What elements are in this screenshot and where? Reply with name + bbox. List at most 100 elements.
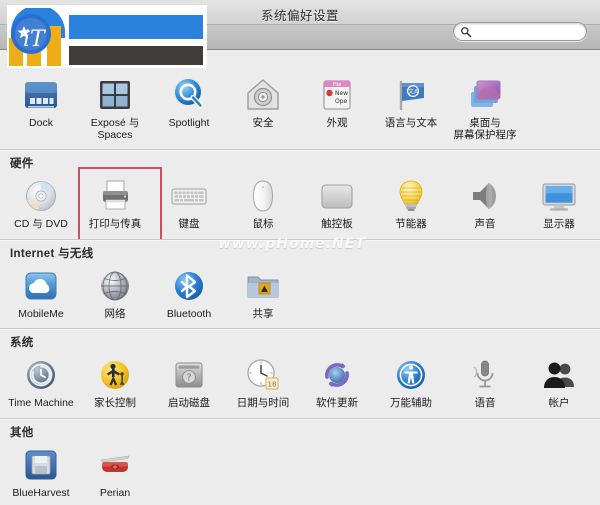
universal-access-icon bbox=[391, 355, 431, 395]
sound-icon bbox=[465, 176, 505, 216]
preference-section-other: 其他 BlueHarvest ✛ Perian bbox=[0, 417, 600, 505]
svg-text:文A: 文A bbox=[408, 88, 419, 96]
logo-monogram-icon: iT bbox=[9, 8, 65, 66]
startup-disk-icon: ? bbox=[169, 355, 209, 395]
displays-icon bbox=[539, 176, 579, 216]
pref-pane-universal-access[interactable]: 万能辅助 bbox=[374, 352, 448, 414]
parental-controls-icon bbox=[95, 355, 135, 395]
pref-pane-date-time[interactable]: 18 日期与时间 bbox=[226, 352, 300, 414]
date-time-icon: 18 bbox=[243, 355, 283, 395]
pref-pane-label: Exposé 与 Spaces bbox=[90, 117, 140, 141]
section-title-other: 其他 bbox=[10, 426, 34, 439]
pref-pane-software-update[interactable]: 软件更新 bbox=[300, 352, 374, 414]
pref-pane-expose-spaces[interactable]: Exposé 与 Spaces bbox=[78, 72, 152, 145]
system-preferences-window: 系统偏好设置 Dock Exposé 与 Spaces Spotlight 安全 Fil… bbox=[0, 0, 600, 505]
pref-pane-parental-controls[interactable]: 家长控制 bbox=[78, 352, 152, 414]
pref-pane-label: 语言与文本 bbox=[384, 117, 438, 129]
pref-pane-time-machine[interactable]: Time Machine bbox=[4, 352, 78, 414]
pref-pane-label: 节能器 bbox=[395, 218, 427, 230]
pref-pane-desktop-screensaver[interactable]: 桌面与 屏幕保护程序 bbox=[448, 72, 522, 145]
pref-pane-label: 显示器 bbox=[543, 218, 575, 230]
search-field-container[interactable] bbox=[453, 22, 587, 41]
pref-pane-label: Dock bbox=[29, 117, 53, 129]
pref-pane-label: 声音 bbox=[474, 218, 496, 230]
pref-pane-label: 帐户 bbox=[548, 397, 570, 409]
search-icon bbox=[461, 27, 472, 38]
pref-pane-startup-disk[interactable]: ? 启动磁盘 bbox=[152, 352, 226, 414]
pref-pane-label: 桌面与 屏幕保护程序 bbox=[453, 117, 517, 141]
pref-pane-label: 启动磁盘 bbox=[168, 397, 210, 409]
pref-pane-dock[interactable]: Dock bbox=[4, 72, 78, 145]
svg-text:?: ? bbox=[186, 373, 191, 384]
pref-pane-label: Bluetooth bbox=[166, 307, 212, 320]
pref-pane-label: Perian bbox=[99, 486, 131, 499]
pref-pane-label: Spotlight bbox=[168, 117, 210, 129]
svg-text:18: 18 bbox=[268, 381, 277, 389]
print-fax-icon bbox=[95, 176, 135, 216]
section-title-hardware: 硬件 bbox=[10, 158, 34, 170]
svg-text:Ope: Ope bbox=[335, 98, 348, 105]
pref-pane-spotlight[interactable]: Spotlight bbox=[152, 72, 226, 145]
speech-icon bbox=[465, 355, 505, 395]
keyboard-icon bbox=[169, 176, 209, 216]
pref-pane-displays[interactable]: 显示器 bbox=[522, 173, 596, 235]
accounts-icon bbox=[539, 355, 579, 395]
dock-icon bbox=[21, 75, 61, 115]
section-items-internet: MobileMe 网络 Bluetooth 共享 bbox=[0, 263, 600, 329]
pref-pane-label: 网络 bbox=[104, 307, 126, 320]
pref-pane-label: CD 与 DVD bbox=[14, 218, 68, 230]
search-input[interactable] bbox=[476, 23, 578, 40]
pref-pane-mobileme[interactable]: MobileMe bbox=[4, 263, 78, 325]
pref-pane-speech[interactable]: 语音 bbox=[448, 352, 522, 414]
pref-pane-print-fax[interactable]: 打印与传真 bbox=[78, 167, 162, 241]
logo-bar-primary bbox=[69, 15, 203, 39]
pref-pane-network[interactable]: 网络 bbox=[78, 263, 152, 325]
pref-pane-cd-dvd[interactable]: CD 与 DVD bbox=[4, 173, 78, 235]
pref-pane-security[interactable]: 安全 bbox=[226, 72, 300, 145]
pref-pane-bluetooth[interactable]: Bluetooth bbox=[152, 263, 226, 325]
pref-pane-trackpad[interactable]: 触控板 bbox=[300, 173, 374, 235]
svg-text:New: New bbox=[335, 90, 348, 97]
security-icon bbox=[243, 75, 283, 115]
preferences-content: Dock Exposé 与 Spaces Spotlight 安全 File New Ope… bbox=[0, 50, 600, 505]
pref-pane-label: BlueHarvest bbox=[12, 486, 70, 499]
pref-pane-label: Time Machine bbox=[8, 397, 74, 409]
cd-dvd-icon bbox=[21, 176, 61, 216]
pref-pane-sound[interactable]: 声音 bbox=[448, 173, 522, 235]
language-text-icon: 文A bbox=[391, 75, 431, 115]
section-items-personal: Dock Exposé 与 Spaces Spotlight 安全 File New Ope… bbox=[0, 72, 600, 149]
svg-text:iT: iT bbox=[23, 27, 47, 52]
pref-pane-keyboard[interactable]: 键盘 bbox=[152, 173, 226, 235]
pref-pane-appearance[interactable]: File New Ope 外观 bbox=[300, 72, 374, 145]
pref-pane-language-text[interactable]: 文A 语言与文本 bbox=[374, 72, 448, 145]
energy-saver-icon bbox=[391, 176, 431, 216]
site-logo-overlay: iT bbox=[7, 5, 207, 68]
pref-pane-energy-saver[interactable]: 节能器 bbox=[374, 173, 448, 235]
pref-pane-blueharvest[interactable]: BlueHarvest bbox=[4, 442, 78, 504]
section-title-internet: Internet 与无线 bbox=[10, 247, 94, 260]
desktop-screensaver-icon bbox=[465, 75, 505, 115]
section-items-system: Time Machine 家长控制? 启动磁盘 18 日期与时间 软件更新 万能辅助 语音 帐户 bbox=[0, 352, 600, 418]
section-title-system: 系统 bbox=[10, 337, 34, 349]
section-items-hardware: CD 与 DVD 打印与传真 键盘 鼠标 触控板 节能器 声音 显示器 bbox=[0, 167, 600, 241]
search-field[interactable] bbox=[453, 22, 587, 41]
pref-pane-label: 打印与传真 bbox=[88, 218, 142, 230]
perian-icon: ✛ bbox=[95, 445, 135, 485]
spotlight-icon bbox=[169, 75, 209, 115]
pref-pane-label: 鼠标 bbox=[252, 218, 274, 230]
pref-pane-label: 万能辅助 bbox=[390, 397, 432, 409]
preference-section-hardware: 硬件 CD 与 DVD 打印与传真 键盘 鼠标 触控板 节能器 声音 显示器 bbox=[0, 149, 600, 241]
pref-pane-label: 家长控制 bbox=[94, 397, 136, 409]
blueharvest-icon bbox=[21, 445, 61, 485]
pref-pane-label: 键盘 bbox=[178, 218, 200, 230]
svg-text:✛: ✛ bbox=[113, 464, 118, 471]
pref-pane-label: MobileMe bbox=[18, 307, 64, 320]
pref-pane-accounts[interactable]: 帐户 bbox=[522, 352, 596, 414]
pref-pane-sharing[interactable]: 共享 bbox=[226, 263, 300, 325]
pref-pane-label: 软件更新 bbox=[316, 397, 358, 409]
pref-pane-label: 外观 bbox=[326, 117, 348, 129]
preference-section-system: 系统 Time Machine 家长控制? 启动磁盘 18 日期与时间 软件更新 万能辅助 语音… bbox=[0, 328, 600, 418]
pref-pane-mouse[interactable]: 鼠标 bbox=[226, 173, 300, 235]
pref-pane-perian[interactable]: ✛ Perian bbox=[78, 442, 152, 504]
pref-pane-label: 共享 bbox=[252, 307, 274, 320]
